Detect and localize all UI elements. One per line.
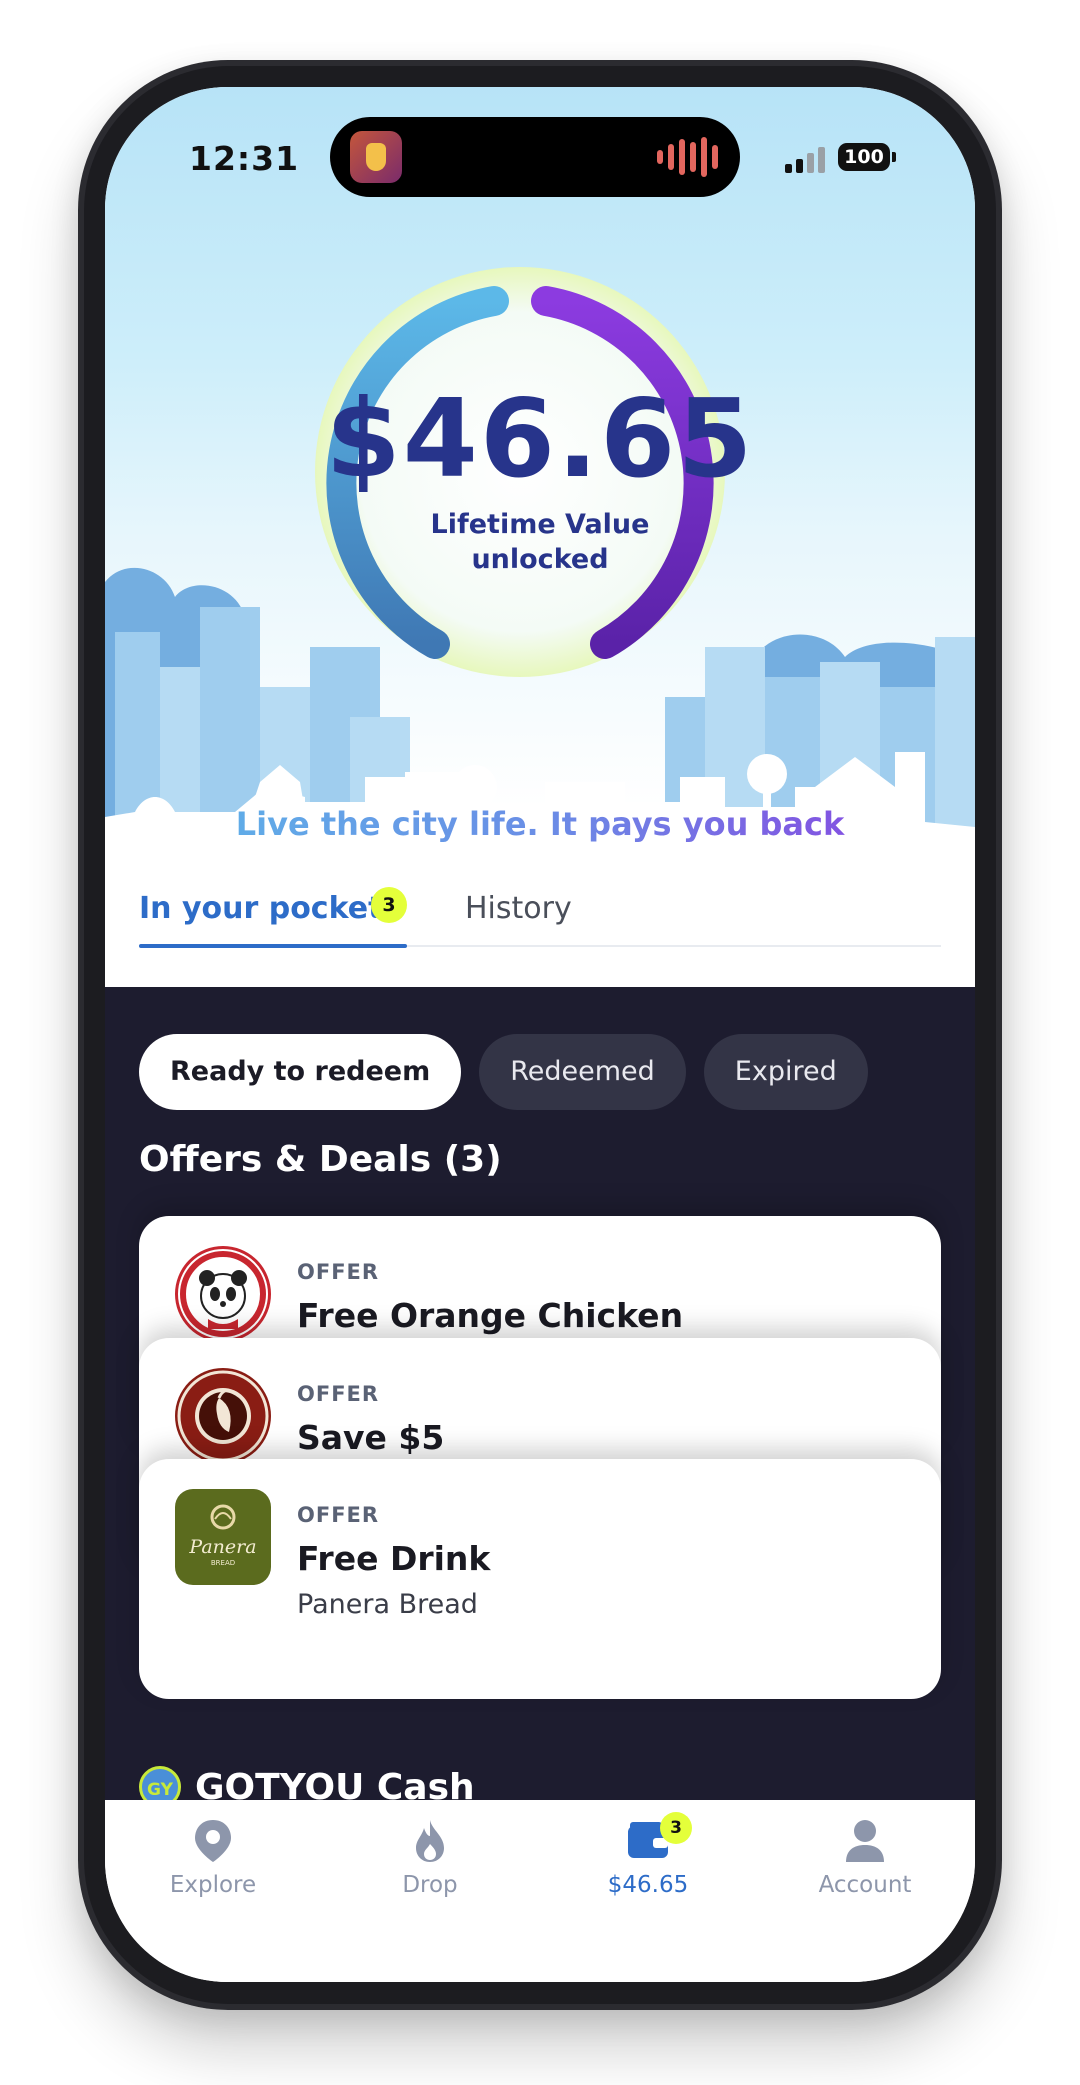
offer-kicker: OFFER [297, 1260, 380, 1284]
battery-tip [892, 152, 896, 162]
panera-logo-subtext: BREAD [211, 1559, 235, 1567]
panera-logo-mark: Panera BREAD [188, 1504, 257, 1567]
offer-merchant: Panera Bread [297, 1589, 478, 1620]
pocket-count-badge: 3 [371, 887, 407, 923]
cellular-signal-icon [785, 147, 825, 173]
hero-section: $46.65 Lifetime Value unlocked Live the … [105, 87, 975, 987]
value-label-line2: unlocked [471, 544, 609, 575]
redeem-filter-chips: Ready to redeem Redeemed Expired [139, 1034, 868, 1110]
live-activity-app-icon [350, 131, 402, 183]
offer-title: Save $5 [297, 1418, 445, 1457]
nav-wallet[interactable]: 3 $46.65 [548, 1812, 748, 1898]
status-time: 12:31 [189, 139, 300, 178]
offer-kicker: OFFER [297, 1382, 380, 1406]
nav-explore[interactable]: Explore [113, 1818, 313, 1898]
chipotle-logo [175, 1368, 271, 1464]
audio-waveform-icon [657, 137, 718, 177]
battery-icon: 100 [838, 143, 890, 171]
flame-icon [416, 1820, 444, 1862]
tab-in-your-pocket[interactable]: In your pocket [139, 891, 382, 926]
filter-redeemed[interactable]: Redeemed [479, 1034, 686, 1110]
map-pin-icon [195, 1820, 231, 1862]
filter-expired[interactable]: Expired [703, 1034, 868, 1110]
nav-label: Account [818, 1872, 912, 1898]
panera-bread-logo: Panera BREAD [175, 1489, 271, 1585]
nav-label: $46.65 [607, 1872, 689, 1898]
offer-card-panera-bread[interactable]: Panera BREAD OFFER Free Drink Panera Bre… [139, 1459, 941, 1699]
value-label-line1: Lifetime Value [430, 509, 650, 540]
pocket-tabs: In your pocket 3 History [139, 877, 941, 948]
lifetime-value-amount: $46.65 [325, 377, 755, 502]
tagline: Live the city life. It pays you back [105, 805, 975, 843]
person-icon [846, 1820, 884, 1862]
filter-ready-to-redeem[interactable]: Ready to redeem [139, 1034, 462, 1110]
nav-label: Explore [169, 1872, 257, 1898]
nav-label: Drop [402, 1872, 458, 1898]
tab-history[interactable]: History [465, 891, 572, 926]
tab-label: History [465, 891, 572, 926]
offer-kicker: OFFER [297, 1503, 380, 1527]
panda-icon [180, 1251, 266, 1337]
dynamic-island [330, 117, 740, 197]
offer-title: Free Orange Chicken [297, 1296, 684, 1335]
chipotle-pepper-icon [177, 1370, 269, 1462]
offers-section-title: Offers & Deals (3) [139, 1139, 502, 1180]
app-screen: $46.65 Lifetime Value unlocked Live the … [105, 87, 975, 1982]
nav-account[interactable]: Account [765, 1818, 965, 1898]
tab-label: In your pocket [139, 891, 383, 926]
lifetime-value-label: Lifetime Value unlocked [105, 507, 975, 577]
active-tab-indicator [139, 944, 407, 948]
panera-logo-text: Panera [188, 1536, 256, 1558]
wallet-count-badge: 3 [660, 1812, 692, 1844]
offer-title: Free Drink [297, 1539, 491, 1578]
bottom-navigation: Explore Drop 3 $46.65 Account [105, 1800, 975, 1982]
nav-drop[interactable]: Drop [330, 1818, 530, 1898]
panda-express-logo [175, 1246, 271, 1342]
